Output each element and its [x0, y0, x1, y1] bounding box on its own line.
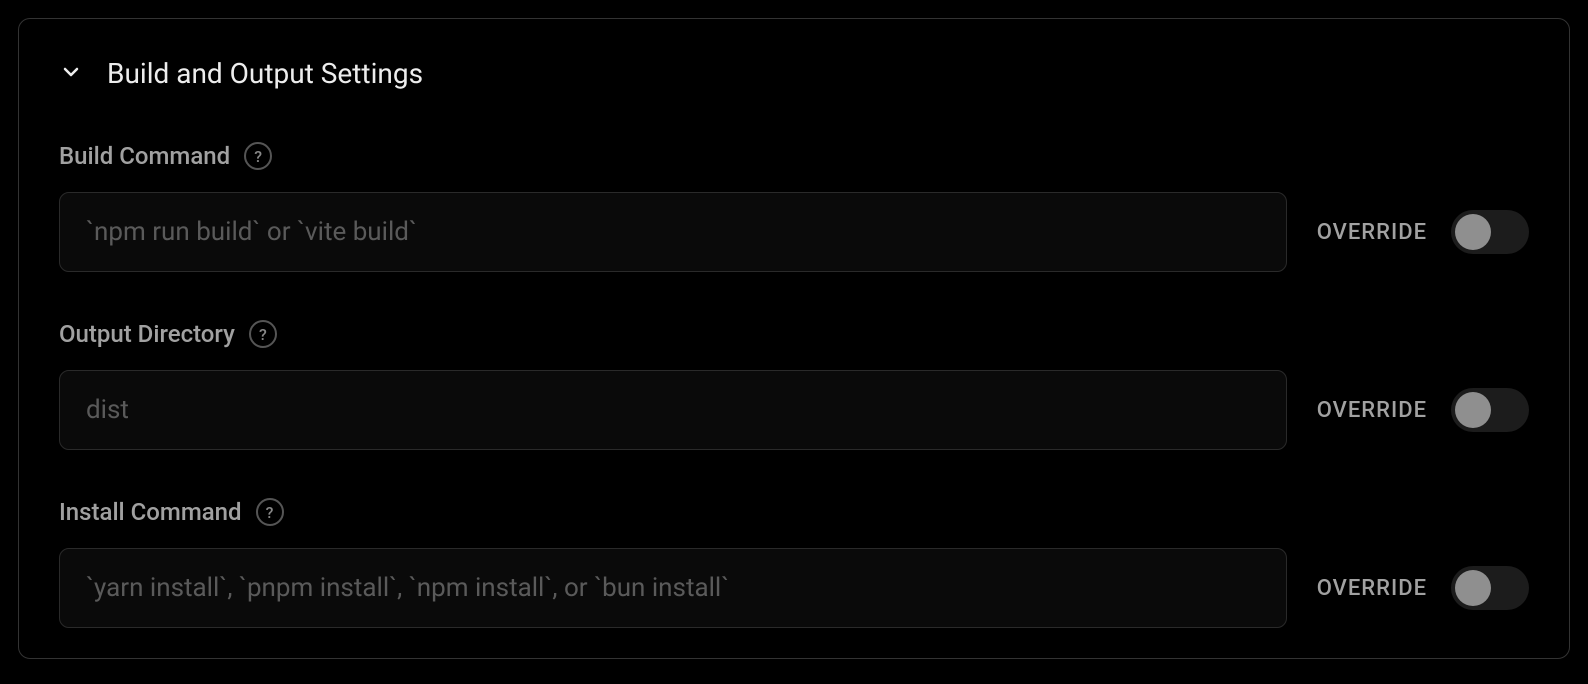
chevron-down-icon	[59, 60, 83, 88]
install-command-field: Install Command ? OVERRIDE	[59, 498, 1529, 628]
override-label: OVERRIDE	[1317, 220, 1427, 245]
toggle-knob	[1455, 214, 1491, 250]
field-input-row: OVERRIDE	[59, 548, 1529, 628]
help-icon[interactable]: ?	[256, 498, 284, 526]
output-directory-override-toggle[interactable]	[1451, 388, 1529, 432]
section-header[interactable]: Build and Output Settings	[59, 57, 1529, 90]
output-directory-field: Output Directory ? OVERRIDE	[59, 320, 1529, 450]
toggle-knob	[1455, 570, 1491, 606]
section-title: Build and Output Settings	[107, 57, 423, 90]
override-label: OVERRIDE	[1317, 576, 1427, 601]
output-directory-label: Output Directory	[59, 320, 235, 348]
output-directory-input[interactable]	[59, 370, 1287, 450]
build-command-input[interactable]	[59, 192, 1287, 272]
build-output-settings-panel: Build and Output Settings Build Command …	[18, 18, 1570, 659]
field-label-row: Output Directory ?	[59, 320, 1529, 348]
install-command-input[interactable]	[59, 548, 1287, 628]
help-icon[interactable]: ?	[244, 142, 272, 170]
install-command-label: Install Command	[59, 498, 242, 526]
install-command-override-toggle[interactable]	[1451, 566, 1529, 610]
build-command-field: Build Command ? OVERRIDE	[59, 142, 1529, 272]
field-input-row: OVERRIDE	[59, 370, 1529, 450]
field-label-row: Build Command ?	[59, 142, 1529, 170]
build-command-label: Build Command	[59, 142, 230, 170]
build-command-override-toggle[interactable]	[1451, 210, 1529, 254]
toggle-knob	[1455, 392, 1491, 428]
override-label: OVERRIDE	[1317, 398, 1427, 423]
field-label-row: Install Command ?	[59, 498, 1529, 526]
help-icon[interactable]: ?	[249, 320, 277, 348]
field-input-row: OVERRIDE	[59, 192, 1529, 272]
